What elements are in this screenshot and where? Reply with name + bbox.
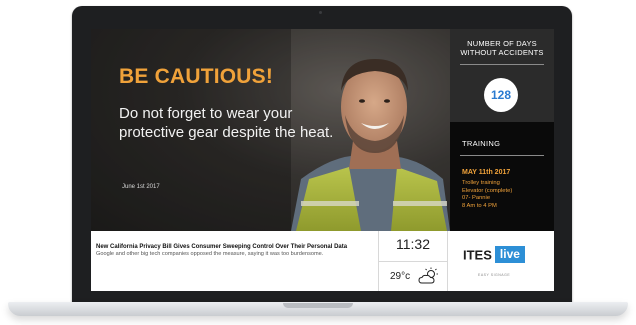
vertical-divider (447, 231, 448, 291)
accidents-title: NUMBER OF DAYS WITHOUT ACCIDENTS (460, 39, 544, 57)
accidents-panel: NUMBER OF DAYS WITHOUT ACCIDENTS 128 (450, 29, 554, 122)
clock-time: 11:32 (396, 236, 430, 252)
training-panel: TRAINING MAY 11th 2017 Trolley training … (450, 122, 554, 231)
training-detail-line: 8 Am to 4 PM (462, 202, 497, 209)
news-item: New California Privacy Bill Gives Consum… (96, 244, 371, 258)
camera-icon (319, 11, 322, 14)
laptop-notch (283, 303, 353, 308)
hero-message: Do not forget to wear your protective ge… (119, 105, 334, 141)
partly-cloudy-icon (418, 267, 438, 284)
divider-line (460, 155, 544, 156)
brand-tagline: EASY SIGNAGE (478, 273, 511, 277)
training-detail-line: 07- Pannie (462, 195, 491, 202)
brand-badge: live (494, 246, 525, 264)
training-detail-line: Trolley training (462, 180, 500, 186)
headline: BE CAUTIOUS! (119, 65, 274, 88)
training-title: TRAINING (462, 139, 501, 148)
hero-date: June 1st 2017 (122, 184, 160, 190)
news-body: Google and other big tech companies oppo… (96, 251, 324, 257)
temperature: 29°c (390, 271, 411, 282)
bottom-ticker-bar: New California Privacy Bill Gives Consum… (91, 231, 554, 291)
signage-screen: BE CAUTIOUS! Do not forget to wear your … (91, 29, 554, 291)
divider-line (460, 64, 544, 65)
training-details: Trolley training Elevator (complete) 07-… (462, 180, 512, 210)
horizontal-divider (379, 261, 447, 262)
brand-logo: ITES live (463, 246, 525, 264)
hero-banner: BE CAUTIOUS! Do not forget to wear your … (91, 29, 450, 231)
news-title: New California Privacy Bill Gives Consum… (96, 244, 348, 250)
training-detail-line: Elevator (complete) (462, 187, 513, 194)
brand-name: ITES (463, 247, 492, 263)
accident-free-days-counter: 128 (484, 78, 518, 112)
training-date: MAY 11th 2017 (462, 169, 511, 176)
